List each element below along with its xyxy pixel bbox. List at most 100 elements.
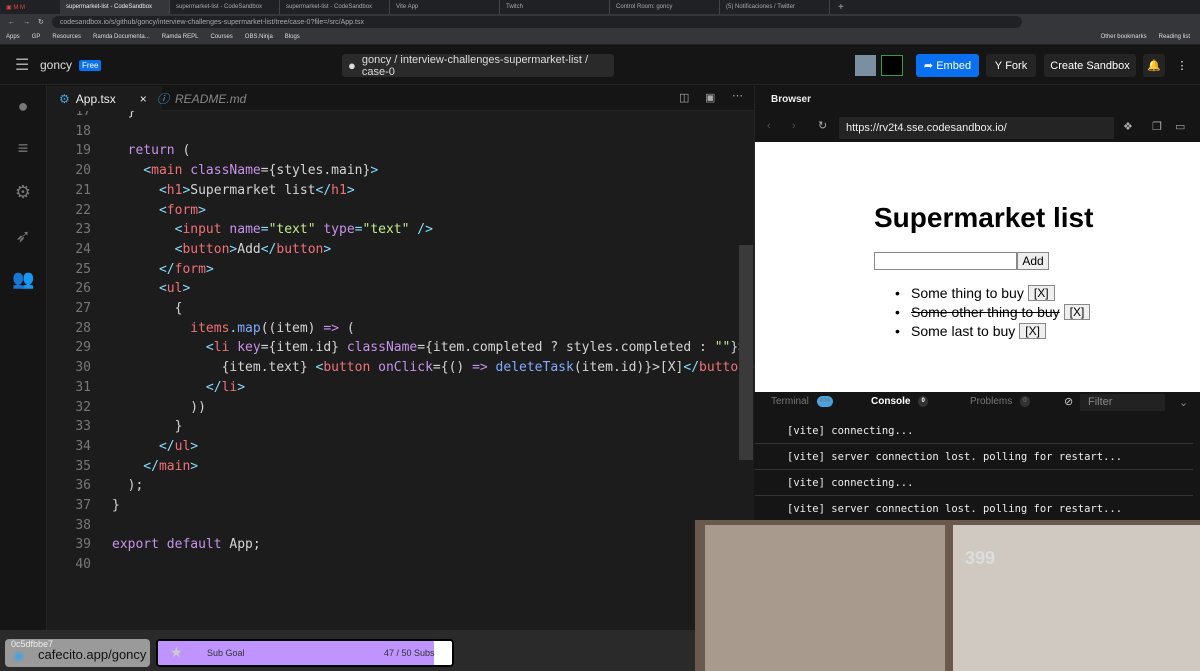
bookmark-item[interactable]: GP: [32, 34, 41, 40]
embed-button[interactable]: ➦ Embed: [916, 54, 979, 77]
chrome-tab[interactable]: supermarket-list - CodeSandbox: [280, 0, 390, 14]
code-token: >: [346, 182, 355, 198]
chrome-tab[interactable]: Control Room: goncy: [610, 0, 720, 14]
bookmark-item[interactable]: Resources: [52, 34, 81, 40]
more-icon[interactable]: ⋮: [1172, 54, 1192, 77]
code-line: {: [112, 299, 183, 319]
gear-icon[interactable]: ⚙: [12, 183, 34, 201]
console-tab[interactable]: Console 0: [871, 396, 928, 407]
line-number: 36: [75, 478, 91, 494]
github-icon[interactable]: ●: [12, 97, 34, 115]
other-bookmarks[interactable]: Other bookmarks: [1101, 34, 1147, 40]
clear-icon[interactable]: ⊘: [1064, 395, 1073, 408]
bookmark-item[interactable]: Courses: [210, 34, 232, 40]
code-token: onClick: [370, 360, 433, 376]
code-token: <: [112, 340, 214, 356]
fork-icon: Y: [994, 59, 1006, 72]
filter-placeholder: Filter: [1088, 396, 1113, 408]
refresh-icon[interactable]: ↻: [818, 119, 827, 132]
code-line: export default App;: [112, 535, 261, 555]
cafecito-link: cafecito.app/goncy: [38, 647, 147, 662]
bell-icon[interactable]: 🔔: [1143, 54, 1165, 77]
code-line: }: [112, 111, 136, 122]
more-icon[interactable]: ⋯: [732, 89, 743, 102]
code-token: className: [182, 163, 261, 179]
close-icon[interactable]: ×: [140, 92, 147, 106]
activity-bar: ● ≡ ⚙ ➶ 👥: [0, 85, 47, 630]
line-number: 37: [75, 498, 91, 513]
code-editor[interactable]: 17 } 18 19 return (20 <main className={sty…: [47, 111, 754, 630]
console-tab[interactable]: Terminal 434: [771, 396, 833, 407]
remove-button[interactable]: [X]: [1063, 303, 1091, 320]
star-icon: ★: [170, 644, 183, 660]
new-tab-icon[interactable]: +: [830, 2, 844, 13]
browser-url-input[interactable]: https://rv2t4.sse.codesandbox.io/: [839, 117, 1114, 139]
code-token: button: [182, 241, 230, 257]
devtools-icon[interactable]: ❖: [1123, 120, 1133, 133]
chrome-tab[interactable]: (5) Notificaciones / Twitter: [720, 0, 830, 14]
avatar[interactable]: [855, 55, 876, 76]
forward-icon[interactable]: ›: [792, 120, 796, 132]
bookmark-item[interactable]: Apps: [6, 34, 20, 40]
code-line: </ul>: [112, 437, 198, 457]
live-avatar[interactable]: [881, 55, 903, 76]
code-token: button: [323, 360, 371, 376]
preview-add-button[interactable]: Add: [1017, 252, 1049, 270]
bullet-icon: •: [895, 322, 900, 339]
chrome-tab[interactable]: supermarket-list - CodeSandbox: [170, 0, 280, 14]
console-tab[interactable]: Problems 0: [970, 396, 1030, 407]
console-log-entry: [vite] server connection lost. polling f…: [755, 444, 1193, 470]
chrome-tab[interactable]: Twitch: [500, 0, 610, 14]
bookmark-item[interactable]: OBS.Ninja: [245, 34, 273, 40]
back-icon[interactable]: ←: [8, 19, 15, 26]
line-number: 29: [75, 340, 91, 356]
bookmark-item[interactable]: Ramda REPL: [162, 34, 199, 40]
chrome-tab[interactable]: supermarket-list - CodeSandbox: [60, 0, 170, 14]
preview-text-input[interactable]: [874, 252, 1017, 270]
repo-breadcrumb[interactable]: ● goncy / interview-challenges-supermarke…: [342, 54, 614, 78]
tab-readme[interactable]: ⓘ README.md: [157, 86, 267, 111]
code-token: (: [339, 320, 355, 336]
chevron-down-icon[interactable]: ⌄: [1179, 396, 1188, 409]
preview-icon[interactable]: ▣: [705, 91, 715, 104]
create-sandbox-button[interactable]: Create Sandbox: [1044, 54, 1136, 77]
fork-button[interactable]: Y Fork: [986, 54, 1036, 77]
gmail-icon[interactable]: ▣ M M: [0, 4, 60, 11]
remove-button[interactable]: [X]: [1027, 284, 1055, 301]
code-token: </: [315, 182, 332, 198]
code-line: <ul>: [112, 279, 190, 299]
info-icon: ⓘ: [157, 92, 170, 106]
code-token: ul: [166, 281, 183, 297]
fork-label: Fork: [1005, 59, 1028, 72]
line-number: 34: [75, 438, 91, 454]
tab-app-tsx[interactable]: ⚙ App.tsx ×: [47, 86, 162, 111]
server-icon[interactable]: ≡: [12, 139, 34, 157]
chrome-tab[interactable]: Vite App: [390, 0, 500, 14]
line-number: 31: [75, 379, 91, 395]
editor-scrollbar[interactable]: [739, 245, 753, 460]
rocket-icon[interactable]: ➶: [12, 227, 34, 245]
filter-input[interactable]: Filter: [1080, 394, 1165, 411]
split-view-icon[interactable]: ◫: [679, 91, 689, 104]
bookmark-item[interactable]: Ramda Documenta...: [93, 34, 150, 40]
code-token: map: [237, 320, 261, 336]
layout-icon[interactable]: ▭: [1175, 120, 1185, 133]
reload-icon[interactable]: ↻: [38, 18, 44, 26]
new-window-icon[interactable]: ❐: [1152, 120, 1162, 133]
code-line: }: [112, 496, 120, 516]
count-badge: 0: [1020, 396, 1030, 407]
code-line: )): [112, 398, 206, 418]
code-token: >: [237, 379, 246, 395]
bookmark-item[interactable]: Blogs: [285, 34, 300, 40]
remove-button[interactable]: [X]: [1019, 322, 1046, 339]
code-token: </: [683, 360, 700, 376]
code-line: }: [112, 417, 183, 437]
tab-label: README.md: [175, 91, 247, 106]
reading-list[interactable]: Reading list: [1159, 34, 1190, 40]
line-number: 22: [75, 202, 91, 218]
url-input[interactable]: codesandbox.io/s/github/goncy/interview-…: [51, 16, 1022, 28]
menu-icon[interactable]: ☰: [15, 55, 29, 75]
forward-icon[interactable]: →: [23, 19, 30, 26]
users-icon[interactable]: 👥: [12, 270, 34, 288]
back-icon[interactable]: ‹: [767, 120, 771, 132]
